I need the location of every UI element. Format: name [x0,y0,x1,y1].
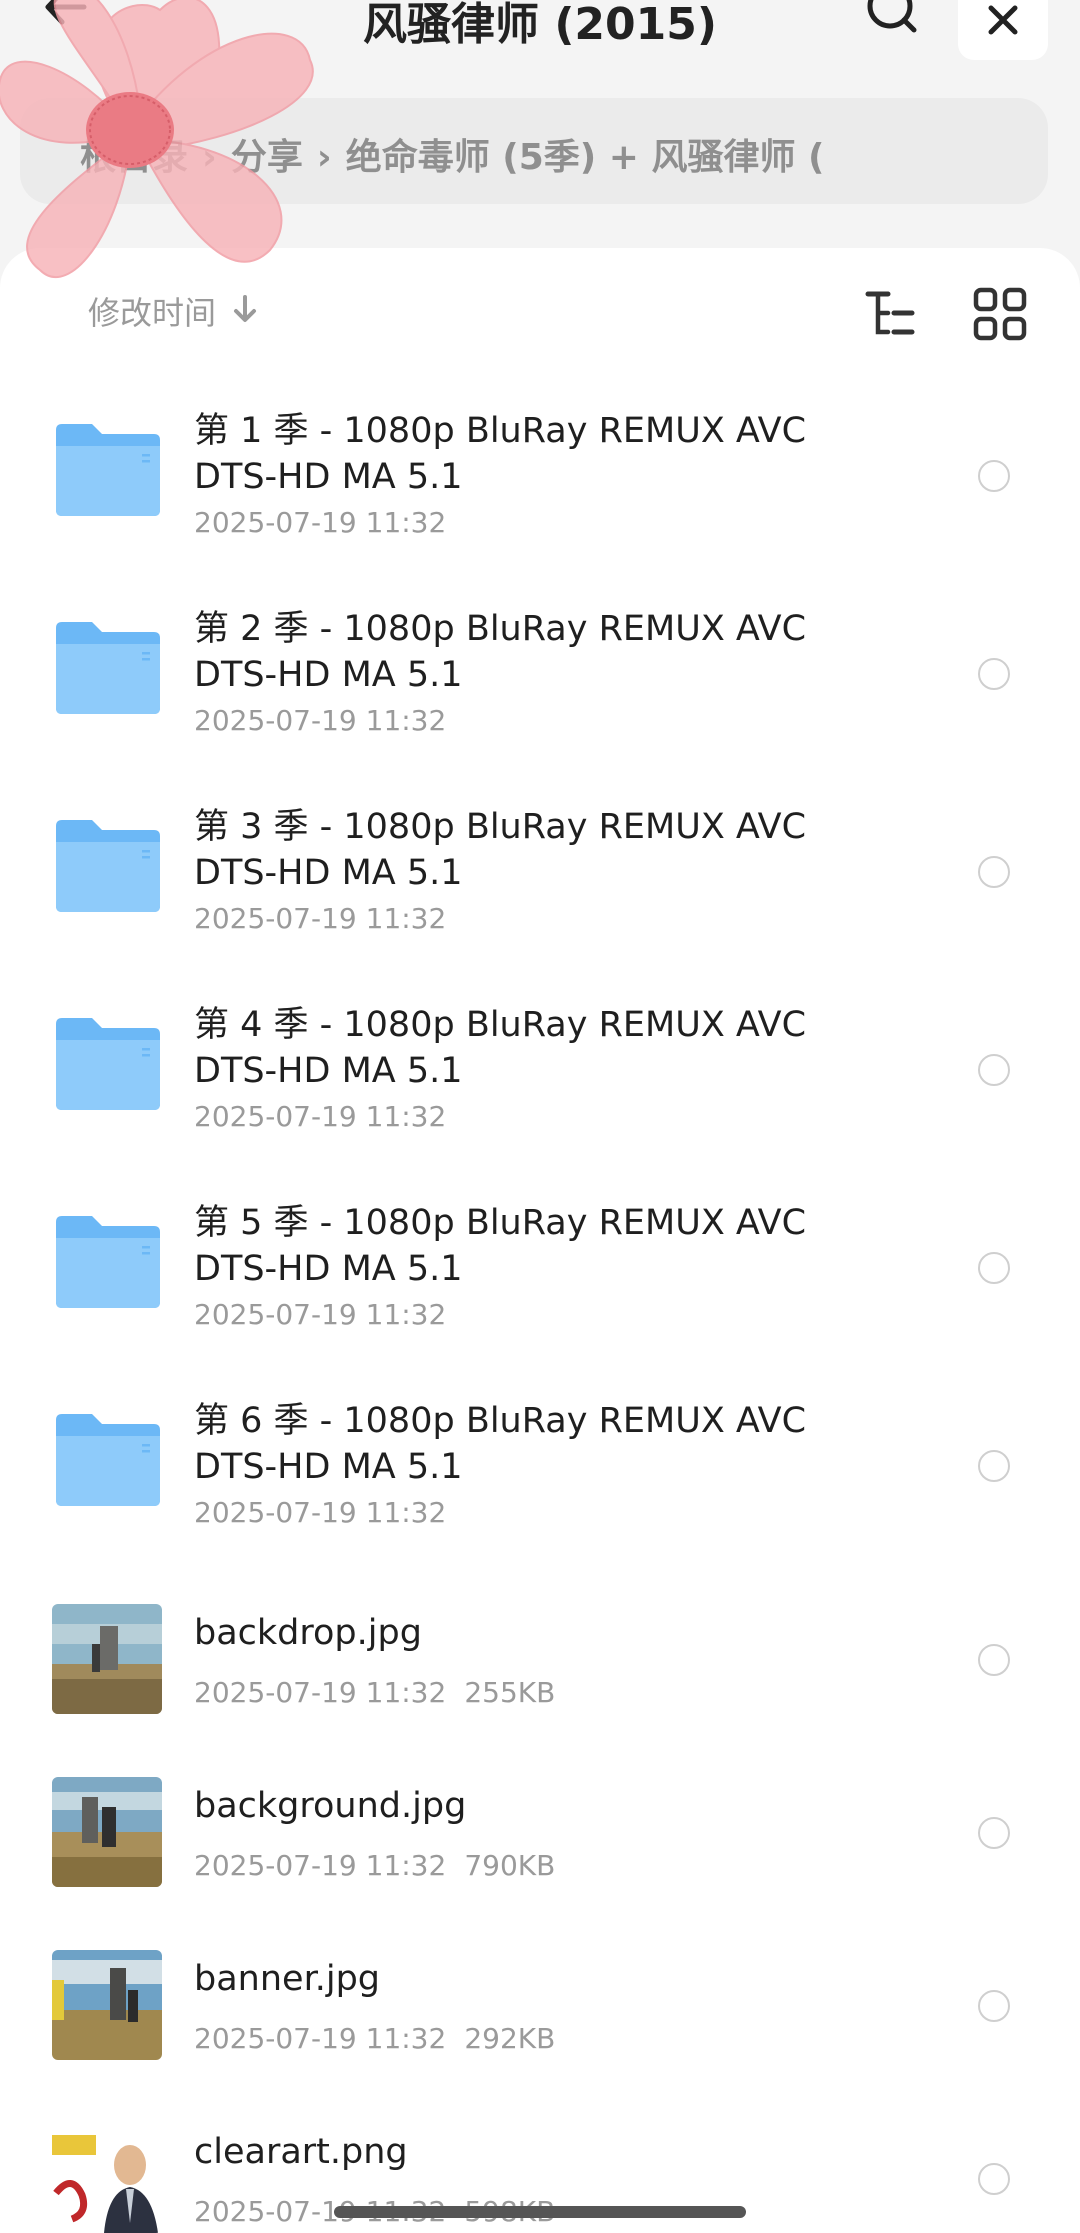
select-checkbox[interactable] [978,1817,1010,1849]
select-checkbox[interactable] [978,1990,1010,2022]
item-name: 第 3 季 - 1080p BluRay REMUX AVC DTS-HD MA… [194,807,807,893]
sort-label[interactable]: 修改时间 [88,288,216,334]
folder-icon [56,1216,160,1308]
list-item[interactable]: 第 2 季 - 1080p BluRay REMUX AVC DTS-HD MA… [0,594,1080,792]
breadcrumb-item-share[interactable]: 分享 [231,137,303,178]
item-date: 2025-07-19 11:32 [194,1298,447,1331]
item-name: 第 4 季 - 1080p BluRay REMUX AVC DTS-HD MA… [194,1005,807,1091]
select-checkbox[interactable] [978,1644,1010,1676]
item-size: 292KB [464,2022,556,2055]
item-date: 2025-07-19 11:32 [194,1676,447,1709]
list-item[interactable]: background.jpg 2025-07-19 11:32 790KB [0,1757,1080,1930]
select-checkbox[interactable] [978,658,1010,690]
file-list: 第 1 季 - 1080p BluRay REMUX AVC DTS-HD MA… [0,396,1080,2233]
file-list-panel: 修改时间 第 1 季 - 1080p BluRay REMUX AVC DTS-… [0,248,1080,2233]
item-name: background.jpg [194,1786,467,1826]
list-item[interactable]: 第 4 季 - 1080p BluRay REMUX AVC DTS-HD MA… [0,990,1080,1188]
folder-icon [56,820,160,912]
list-item[interactable]: 第 5 季 - 1080p BluRay REMUX AVC DTS-HD MA… [0,1188,1080,1386]
breadcrumb-item-current[interactable]: 绝命毒师 (5季) + 风骚律师 ( [346,137,825,178]
item-name: 第 2 季 - 1080p BluRay REMUX AVC DTS-HD MA… [194,609,807,695]
select-checkbox[interactable] [978,1252,1010,1284]
item-size: 255KB [464,1676,556,1709]
search-button[interactable] [862,0,922,40]
item-date: 2025-07-19 11:32 [194,1849,447,1882]
folder-icon [56,1018,160,1110]
breadcrumb-item-root[interactable]: 根目录 [80,137,188,178]
folder-icon [56,1414,160,1506]
close-button[interactable] [958,0,1048,60]
item-date: 2025-07-19 11:32 [194,704,447,737]
breadcrumb-separator: › [316,137,332,178]
sort-down-icon[interactable] [232,294,258,324]
folder-icon [56,424,160,516]
breadcrumb-separator: › [202,137,217,178]
tree-view-button[interactable] [862,284,922,344]
select-checkbox[interactable] [978,1054,1010,1086]
image-thumbnail [52,1604,162,1714]
image-thumbnail [52,1950,162,2060]
item-name: 第 6 季 - 1080p BluRay REMUX AVC DTS-HD MA… [194,1401,807,1487]
list-item[interactable]: banner.jpg 2025-07-19 11:32 292KB [0,1930,1080,2103]
folder-icon [56,622,160,714]
breadcrumb: 根目录 › 分享 › 绝命毒师 (5季) + 风骚律师 ( [20,98,1048,204]
image-thumbnail [52,2123,162,2233]
search-icon [867,0,917,33]
item-date: 2025-07-19 11:32 [194,902,447,935]
grid-view-icon [973,287,1027,341]
list-item[interactable]: 第 3 季 - 1080p BluRay REMUX AVC DTS-HD MA… [0,792,1080,990]
item-name: banner.jpg [194,1959,381,1999]
top-bar: 风骚律师 (2015) [0,0,1080,80]
list-item[interactable]: 第 6 季 - 1080p BluRay REMUX AVC DTS-HD MA… [0,1386,1080,1584]
select-checkbox[interactable] [978,2163,1010,2195]
select-checkbox[interactable] [978,460,1010,492]
select-checkbox[interactable] [978,1450,1010,1482]
item-name: clearart.png [194,2132,408,2172]
item-name: 第 1 季 - 1080p BluRay REMUX AVC DTS-HD MA… [194,411,807,497]
grid-view-button[interactable] [970,284,1030,344]
list-item[interactable]: 第 1 季 - 1080p BluRay REMUX AVC DTS-HD MA… [0,396,1080,594]
item-date: 2025-07-19 11:32 [194,2022,447,2055]
tree-view-icon [865,291,915,335]
select-checkbox[interactable] [978,856,1010,888]
close-icon [988,5,1018,35]
home-indicator[interactable] [334,2206,746,2218]
item-date: 2025-07-19 11:32 [194,1100,447,1133]
list-item[interactable]: backdrop.jpg 2025-07-19 11:32 255KB [0,1584,1080,1757]
item-date: 2025-07-19 11:32 [194,506,447,539]
item-size: 790KB [464,1849,556,1882]
image-thumbnail [52,1777,162,1887]
item-name: backdrop.jpg [194,1613,422,1653]
item-name: 第 5 季 - 1080p BluRay REMUX AVC DTS-HD MA… [194,1203,807,1289]
item-date: 2025-07-19 11:32 [194,1496,447,1529]
